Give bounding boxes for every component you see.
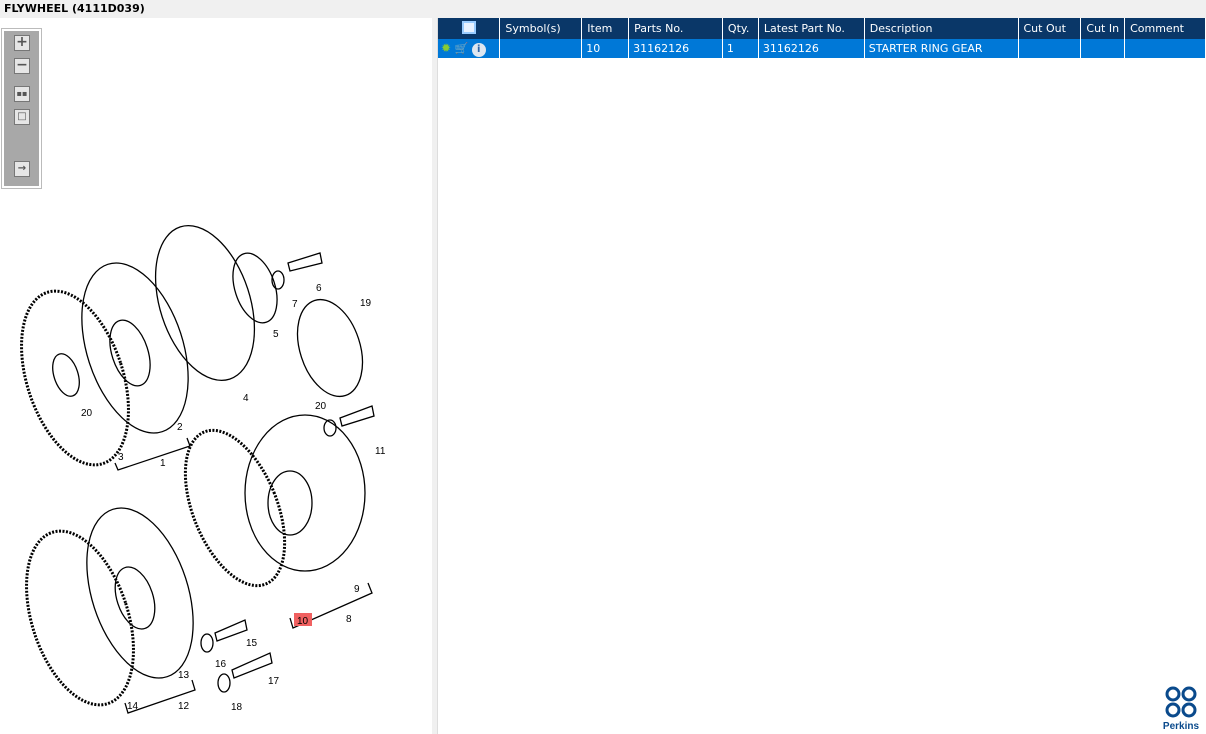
cell-qty: 1 [722,39,759,58]
header-cut-in[interactable]: Cut In [1080,18,1126,39]
header-cut-out[interactable]: Cut Out [1018,18,1082,39]
perkins-logo: Perkins [1160,686,1202,732]
ring-gear-3 [20,289,130,467]
callout-11[interactable]: 11 [375,446,386,457]
export-button[interactable]: → [14,161,30,177]
callout-4[interactable]: 4 [243,393,249,404]
callout-3[interactable]: 3 [118,452,124,463]
header-symbols[interactable]: Symbol(s) [499,18,583,39]
cell-latest: 31162126 [758,39,865,58]
callout-19[interactable]: 19 [360,298,372,309]
cell-symbols [499,39,583,58]
callout-5[interactable]: 5 [273,329,279,340]
bolt-15 [214,619,248,642]
exploded-diagram: 6 7 5 19 4 20 2 3 1 20 11 9 10 8 16 15 1… [20,225,386,714]
bush-20 [52,353,80,397]
actual-size-button[interactable]: □ [14,109,30,125]
gear-icon[interactable]: ✹ [441,41,451,55]
ring-gear-14 [25,529,135,707]
callout-7[interactable]: 7 [292,299,298,310]
bracket-1 [114,437,191,471]
cell-parts-no: 31162126 [628,39,723,58]
search-column-header[interactable] [438,18,501,39]
header-qty[interactable]: Qty. [722,18,759,39]
cell-cut-in [1080,39,1126,58]
callout-16[interactable]: 16 [215,659,227,670]
cell-description: STARTER RING GEAR [864,39,1019,58]
perkins-emblem-icon [1165,686,1197,718]
flywheel-9 [244,414,366,572]
callout-20[interactable]: 20 [81,408,93,419]
callout-13[interactable]: 13 [178,670,190,681]
callout-14[interactable]: 14 [127,701,139,712]
flywheel-13 [86,507,194,679]
callout-18[interactable]: 18 [231,702,243,713]
callout-8[interactable]: 8 [346,614,352,625]
header-parts-no[interactable]: Parts No. [628,18,723,39]
callout-1[interactable]: 1 [160,458,166,469]
parts-list-panel: Symbol(s) Item Parts No. Qty. Latest Par… [438,18,1206,734]
table-row[interactable]: ✹ 🛒 i 10 31162126 1 31162126 STARTER RIN… [438,39,1206,58]
callout-6[interactable]: 6 [316,283,322,294]
header-description[interactable]: Description [864,18,1019,39]
header-latest-part-no[interactable]: Latest Part No. [758,18,865,39]
plate-4 [154,225,256,381]
header-item[interactable]: Item [581,18,630,39]
table-header-row: Symbol(s) Item Parts No. Qty. Latest Par… [438,18,1206,39]
callout-12[interactable]: 12 [178,701,190,712]
callout-20b[interactable]: 20 [315,401,327,412]
window-title: FLYWHEEL (4111D039) [0,0,1206,18]
callout-2[interactable]: 2 [177,422,183,433]
info-icon[interactable]: i [471,42,486,57]
cell-cut-out [1018,39,1082,58]
cart-icon[interactable]: 🛒 [455,42,469,55]
washer-16 [200,633,214,653]
ring-gear-10 [183,428,287,588]
bolt-6 [287,252,323,272]
fit-all-button[interactable]: ▪▪ [14,86,30,102]
callout-10[interactable]: 10 [297,616,309,627]
zoom-out-button[interactable]: − [14,58,30,74]
parts-table: Symbol(s) Item Parts No. Qty. Latest Par… [438,18,1206,58]
cell-comment [1124,39,1206,58]
bolt-17 [231,652,273,679]
callout-15[interactable]: 15 [246,638,258,649]
callout-17[interactable]: 17 [268,676,280,687]
cell-item: 10 [581,39,630,58]
callout-9[interactable]: 9 [354,584,360,595]
diagram-panel: + − ▪▪ □ → 6 7 5 19 4 20 2 3 1 20 11 9 1… [0,18,432,734]
diagram-toolbar: + − ▪▪ □ → [1,28,42,189]
header-comment[interactable]: Comment [1124,18,1206,39]
bolt-11 [339,405,375,427]
washer-18 [217,673,231,693]
magnifier-icon[interactable] [461,20,476,34]
zoom-in-button[interactable]: + [14,35,30,51]
brand-name: Perkins [1162,721,1200,732]
